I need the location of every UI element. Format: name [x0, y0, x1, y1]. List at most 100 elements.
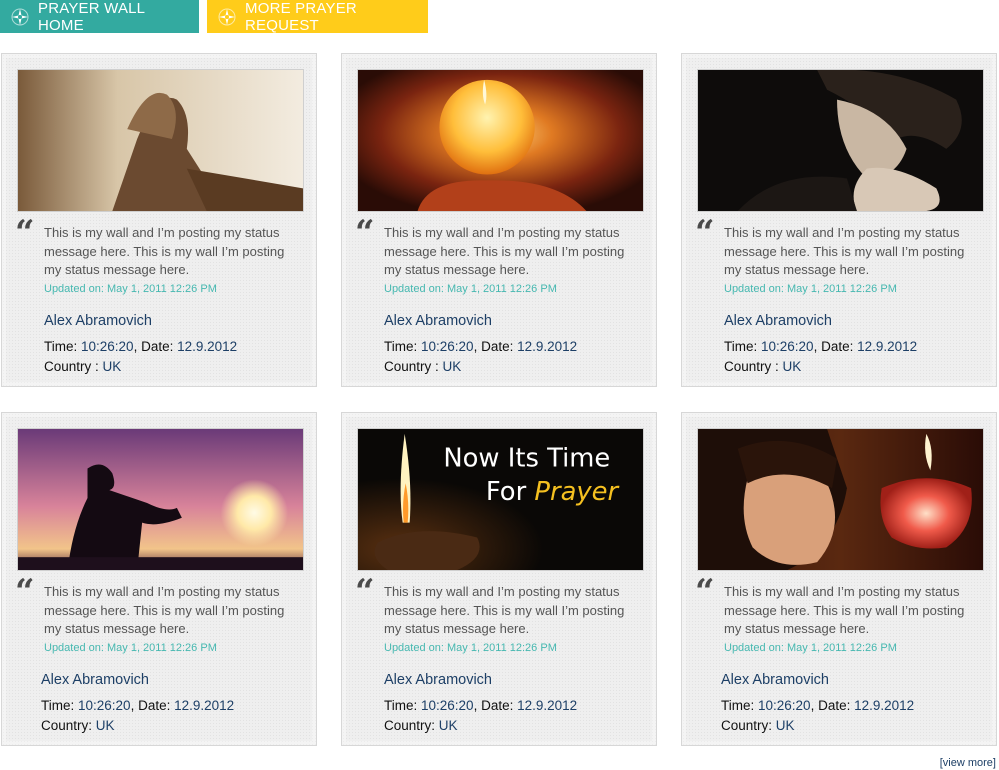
country-label: Country: — [384, 718, 439, 733]
author-name[interactable]: Alex Abramovich — [41, 672, 149, 688]
time-date-line: Time: 10:26:20, Date: 12.9.2012 — [721, 696, 914, 716]
more-prayer-request-label: MORE PRAYER REQUEST — [245, 0, 357, 34]
date-label: , Date: — [133, 339, 178, 354]
status-message: This is my wall and I’m posting my statu… — [384, 225, 625, 277]
time-date-line: Time: 10:26:20, Date: 12.9.2012 — [724, 337, 917, 357]
time-date-line: Time: 10:26:20, Date: 12.9.2012 — [41, 696, 234, 716]
country-value: UK — [782, 359, 802, 374]
prayer-card: “ This is my wall and I’m posting my sta… — [1, 53, 317, 387]
post-meta: Time: 10:26:20, Date: 12.9.2012 Country … — [384, 337, 577, 377]
time-value: 10:26:20 — [81, 339, 134, 354]
status-message: This is my wall and I’m posting my statu… — [44, 584, 285, 636]
praying-hands-photo — [17, 69, 304, 212]
country-line: Country : UK — [44, 357, 237, 377]
date-label: , Date: — [810, 698, 855, 713]
country-line: Country : UK — [724, 357, 917, 377]
updated-timestamp: Updated on: May 1, 2011 12:26 PM — [724, 283, 897, 295]
status-message: This is my wall and I’m posting my statu… — [724, 584, 965, 636]
prayer-wall-home-button[interactable]: PRAYER WALL HOME — [0, 0, 199, 34]
date-value: 12.9.2012 — [177, 339, 238, 354]
time-label: Time: — [721, 698, 758, 713]
country-value: UK — [442, 359, 462, 374]
country-label: Country: — [721, 718, 776, 733]
prayer-card: “ This is my wall and I’m posting my sta… — [681, 53, 997, 387]
author-name[interactable]: Alex Abramovich — [384, 672, 492, 688]
time-label: Time: — [44, 339, 81, 354]
post-meta: Time: 10:26:20, Date: 12.9.2012 Country … — [44, 337, 237, 377]
child-with-candle-photo — [697, 428, 984, 571]
time-value: 10:26:20 — [758, 698, 811, 713]
candle-in-hands-photo — [357, 69, 644, 212]
post-meta: Time: 10:26:20, Date: 12.9.2012 Country:… — [721, 696, 914, 736]
time-value: 10:26:20 — [421, 698, 474, 713]
quote-icon: “ — [695, 572, 715, 612]
author-name[interactable]: Alex Abramovich — [44, 313, 152, 329]
sunset-silhouette-photo — [17, 428, 304, 571]
view-more-link[interactable]: [view more] — [940, 757, 996, 769]
updated-timestamp: Updated on: May 1, 2011 12:26 PM — [44, 642, 217, 654]
image-caption-line2: For Prayer — [486, 477, 620, 507]
prayer-wall-home-label: PRAYER WALL HOME — [38, 0, 145, 34]
image-caption-prayer: Prayer — [534, 477, 619, 507]
country-line: Country: UK — [384, 716, 577, 736]
time-value: 10:26:20 — [761, 339, 814, 354]
country-value: UK — [95, 718, 115, 733]
updated-timestamp: Updated on: May 1, 2011 12:26 PM — [724, 642, 897, 654]
cross-icon — [217, 7, 237, 27]
date-value: 12.9.2012 — [857, 339, 918, 354]
post-meta: Time: 10:26:20, Date: 12.9.2012 Country … — [724, 337, 917, 377]
date-label: , Date: — [813, 339, 858, 354]
country-line: Country: UK — [41, 716, 234, 736]
author-name[interactable]: Alex Abramovich — [721, 672, 829, 688]
time-label: Time: — [41, 698, 78, 713]
date-value: 12.9.2012 — [517, 698, 578, 713]
time-value: 10:26:20 — [421, 339, 474, 354]
prayer-card: Now Its Time For Prayer “ This is my wal… — [341, 412, 657, 746]
country-line: Country : UK — [384, 357, 577, 377]
quote-icon: “ — [355, 572, 375, 612]
prayer-card: “ This is my wall and I’m posting my sta… — [681, 412, 997, 746]
time-label: Time: — [384, 339, 421, 354]
updated-timestamp: Updated on: May 1, 2011 12:26 PM — [384, 642, 557, 654]
country-label: Country: — [41, 718, 96, 733]
more-prayer-request-button[interactable]: MORE PRAYER REQUEST — [207, 0, 428, 34]
country-line: Country: UK — [721, 716, 914, 736]
cross-icon — [10, 7, 30, 27]
country-label: Country : — [384, 359, 443, 374]
time-label: Time: — [724, 339, 761, 354]
date-value: 12.9.2012 — [854, 698, 915, 713]
quote-icon: “ — [15, 213, 35, 253]
country-value: UK — [102, 359, 122, 374]
top-nav: PRAYER WALL HOME MORE PRAYER REQUEST — [0, 0, 428, 34]
updated-timestamp: Updated on: May 1, 2011 12:26 PM — [44, 283, 217, 295]
updated-timestamp: Updated on: May 1, 2011 12:26 PM — [384, 283, 557, 295]
time-date-line: Time: 10:26:20, Date: 12.9.2012 — [384, 696, 577, 716]
image-caption-line1: Now Its Time — [443, 444, 610, 474]
country-label: Country : — [44, 359, 103, 374]
quote-icon: “ — [695, 213, 715, 253]
status-message: This is my wall and I’m posting my statu… — [384, 584, 625, 636]
post-meta: Time: 10:26:20, Date: 12.9.2012 Country:… — [41, 696, 234, 736]
time-date-line: Time: 10:26:20, Date: 12.9.2012 — [44, 337, 237, 357]
country-value: UK — [775, 718, 795, 733]
prayer-card: “ This is my wall and I’m posting my sta… — [341, 53, 657, 387]
author-name[interactable]: Alex Abramovich — [384, 313, 492, 329]
status-message: This is my wall and I’m posting my statu… — [44, 225, 285, 277]
image-caption-for: For — [486, 477, 535, 507]
author-name[interactable]: Alex Abramovich — [724, 313, 832, 329]
prayer-card: “ This is my wall and I’m posting my sta… — [1, 412, 317, 746]
date-label: , Date: — [130, 698, 175, 713]
time-value: 10:26:20 — [78, 698, 131, 713]
man-praying-photo — [697, 69, 984, 212]
quote-icon: “ — [15, 572, 35, 612]
post-meta: Time: 10:26:20, Date: 12.9.2012 Country:… — [384, 696, 577, 736]
status-message: This is my wall and I’m posting my statu… — [724, 225, 965, 277]
date-value: 12.9.2012 — [517, 339, 578, 354]
date-label: , Date: — [473, 339, 518, 354]
time-date-line: Time: 10:26:20, Date: 12.9.2012 — [384, 337, 577, 357]
date-value: 12.9.2012 — [174, 698, 235, 713]
quote-icon: “ — [355, 213, 375, 253]
date-label: , Date: — [473, 698, 518, 713]
country-value: UK — [438, 718, 458, 733]
country-label: Country : — [724, 359, 783, 374]
